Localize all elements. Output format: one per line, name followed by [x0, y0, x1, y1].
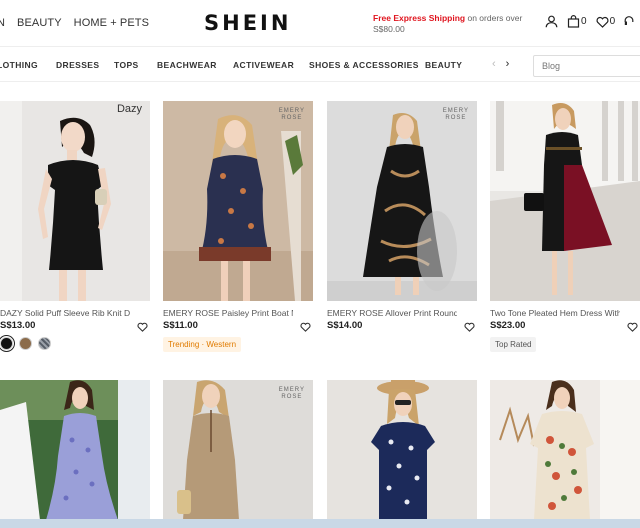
category-scroll: ‹ › [492, 58, 509, 70]
wishlist-count: 0 [609, 16, 616, 27]
color-swatches [0, 337, 51, 350]
promo-highlight: Free Express Shipping [373, 13, 466, 23]
product-title[interactable]: EMERY ROSE Allover Print Round Ne... [327, 308, 457, 318]
chevron-right-icon[interactable]: › [506, 58, 510, 70]
wishlist-heart-icon[interactable] [464, 319, 475, 337]
top-nav-item-partial[interactable]: N [0, 17, 5, 29]
top-rated-badge[interactable]: Top Rated [490, 337, 537, 352]
header-icons: 0 0 [545, 15, 634, 28]
product-card[interactable]: Dazy DAZY Solid Puff Sleeve Rib Knit Dre… [0, 101, 150, 351]
product-price: S$11.00 [163, 320, 198, 331]
product-price: S$13.00 [0, 320, 36, 331]
product-price: S$14.00 [327, 320, 363, 331]
support-icon[interactable] [624, 15, 634, 28]
search-input[interactable]: Blog [533, 55, 640, 77]
product-card[interactable] [0, 380, 150, 520]
product-image[interactable]: EMERY ROSE [163, 380, 313, 520]
category-clothing[interactable]: LOTHING [0, 60, 56, 70]
window-bottom-edge [0, 519, 640, 528]
product-image[interactable] [327, 380, 477, 520]
heart-icon [596, 16, 609, 28]
cart-button[interactable]: 0 [567, 15, 587, 28]
product-card[interactable] [327, 380, 477, 520]
category-beauty[interactable]: BEAUTY [425, 60, 462, 70]
top-nav: N BEAUTY HOME + PETS [0, 17, 149, 29]
category-tops[interactable]: TOPS [114, 60, 157, 70]
trending-badge[interactable]: Trending · Western [163, 337, 242, 352]
product-card[interactable]: EMERY ROSE EMERY ROSE Paisley Print Boat … [163, 101, 313, 352]
category-activewear[interactable]: ACTIVEWEAR [233, 60, 309, 70]
bag-icon [567, 15, 580, 28]
top-nav-item-beauty[interactable]: BEAUTY [17, 17, 62, 29]
brand-tag: Dazy [116, 103, 142, 115]
site-header: N BEAUTY HOME + PETS SHEIN Free Express … [0, 0, 640, 46]
product-image[interactable]: Dazy [0, 101, 150, 301]
product-card[interactable]: Two Tone Pleated Hem Dress Without... S$… [490, 101, 640, 352]
product-title[interactable]: Two Tone Pleated Hem Dress Without... [490, 308, 620, 318]
category-shoes-accessories[interactable]: SHOES & ACCESSORIES [309, 60, 425, 70]
chevron-left-icon[interactable]: ‹ [492, 58, 496, 70]
product-image[interactable] [0, 380, 150, 520]
brand-tag: EMERY ROSE [278, 108, 305, 121]
swatch-black[interactable] [0, 337, 13, 350]
wishlist-button[interactable]: 0 [596, 16, 616, 28]
shipping-promo: Free Express Shipping on orders over S$8… [373, 13, 533, 35]
brand-tag: EMERY ROSE [278, 387, 305, 400]
product-image[interactable] [490, 380, 640, 520]
product-card[interactable]: EMERY ROSE EMERY ROSE Allover Print Round… [327, 101, 477, 351]
swatch-brown[interactable] [19, 337, 32, 350]
cart-count: 0 [581, 16, 587, 27]
account-icon[interactable] [545, 15, 558, 28]
category-beachwear[interactable]: BEACHWEAR [157, 60, 233, 70]
wishlist-heart-icon[interactable] [137, 319, 148, 337]
site-logo[interactable]: SHEIN [204, 11, 291, 35]
wishlist-heart-icon[interactable] [627, 319, 638, 337]
product-title[interactable]: EMERY ROSE Paisley Print Boat Nec... [163, 308, 293, 318]
product-price: S$23.00 [490, 320, 526, 331]
category-nav: LOTHING DRESSES TOPS BEACHWEAR ACTIVEWEA… [0, 60, 462, 70]
product-card[interactable]: EMERY ROSE [163, 380, 313, 520]
category-dresses[interactable]: DRESSES [56, 60, 114, 70]
product-card[interactable] [490, 380, 640, 520]
wishlist-heart-icon[interactable] [300, 319, 311, 337]
product-image[interactable] [490, 101, 640, 301]
category-bar: LOTHING DRESSES TOPS BEACHWEAR ACTIVEWEA… [0, 46, 640, 82]
brand-tag: EMERY ROSE [442, 108, 469, 121]
product-image[interactable]: EMERY ROSE [163, 101, 313, 301]
top-nav-item-home-pets[interactable]: HOME + PETS [74, 17, 149, 29]
product-image[interactable]: EMERY ROSE [327, 101, 477, 301]
swatch-grey[interactable] [38, 337, 51, 350]
product-title[interactable]: DAZY Solid Puff Sleeve Rib Knit Dress [0, 308, 130, 318]
